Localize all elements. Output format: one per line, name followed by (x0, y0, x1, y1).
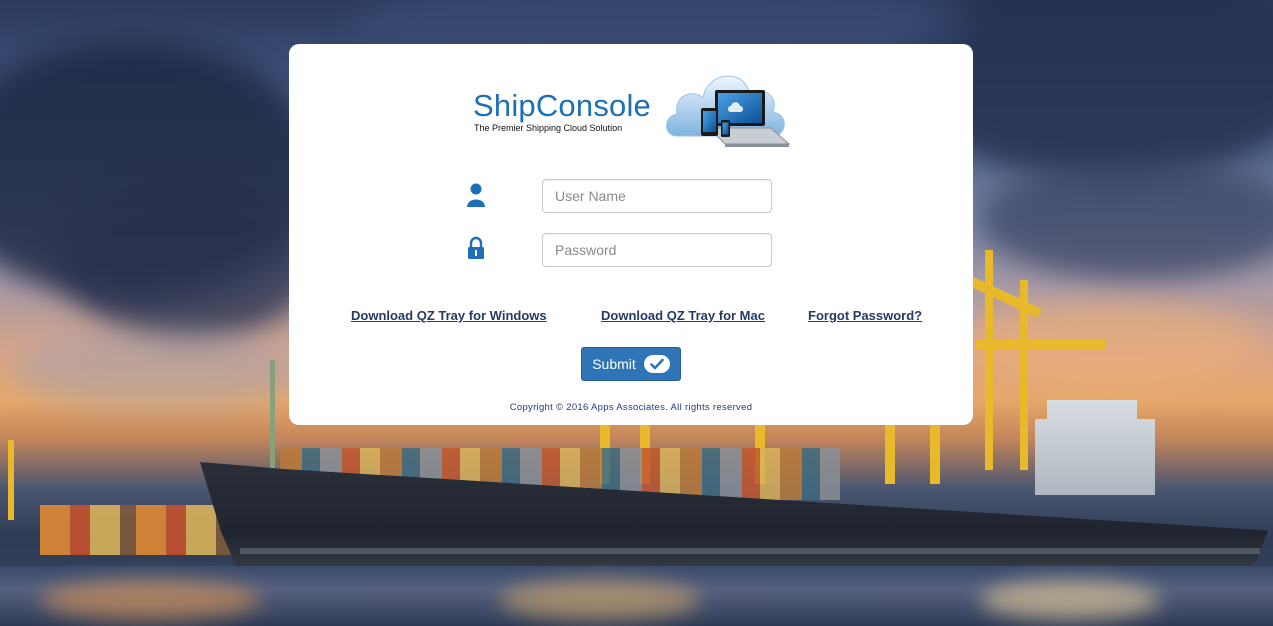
brand-name: ShipConsole (473, 88, 651, 123)
copyright-text: Copyright © 2016 Apps Associates. All ri… (509, 402, 753, 413)
qz-tray-windows-link[interactable]: Download QZ Tray for Windows (351, 308, 547, 323)
check-icon (643, 355, 670, 373)
password-row (464, 233, 774, 267)
submit-button[interactable]: Submit (581, 347, 681, 381)
qz-tray-mac-link[interactable]: Download QZ Tray for Mac (601, 308, 765, 323)
forgot-password-link[interactable]: Forgot Password? (808, 308, 922, 323)
username-input[interactable] (542, 179, 772, 213)
login-card: ShipConsole The Premier Shipping Cloud S… (289, 44, 973, 425)
download-links: Download QZ Tray for Windows Download QZ… (289, 308, 973, 326)
username-row (464, 179, 774, 213)
user-icon (464, 181, 488, 209)
ship-bridge (1035, 400, 1155, 495)
lock-icon (464, 235, 488, 263)
shipconsole-logo: ShipConsole The Premier Shipping Cloud S… (473, 62, 793, 156)
dock-containers (40, 505, 240, 555)
cloud-devices-icon (666, 75, 791, 147)
password-input[interactable] (542, 233, 772, 267)
brand-tagline: The Premier Shipping Cloud Solution (474, 123, 623, 133)
submit-label: Submit (592, 356, 636, 372)
